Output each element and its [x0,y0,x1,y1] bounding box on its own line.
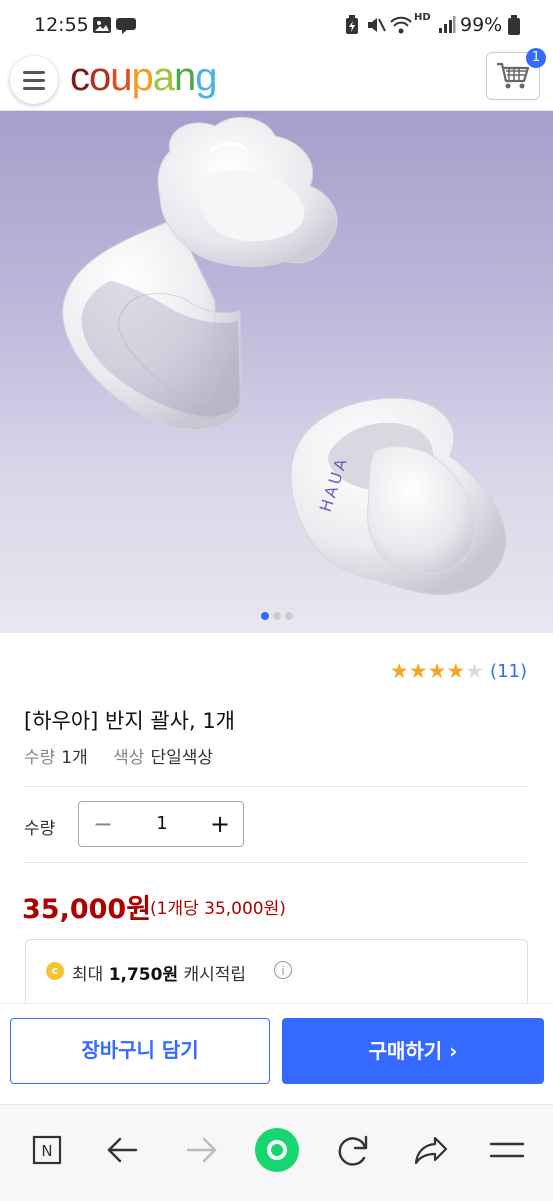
hamburger-icon-line [23,79,45,82]
quantity-label: 수량 [24,819,56,839]
option-key: 색상 [113,748,145,768]
product-title: [하우아] 반지 괄사, 1개 [24,709,236,733]
cashback-prefix: 최대 [72,965,104,985]
share-button[interactable] [406,1125,456,1175]
app-header: coupang 1 [0,48,553,111]
quantity-value[interactable]: 1 [127,802,197,846]
status-time: 12:55 [34,14,89,36]
refresh-icon [338,1135,368,1166]
share-icon [414,1136,448,1165]
info-icon[interactable]: i [274,961,292,979]
star-filled-icon: ★ [427,659,447,683]
menu-icon [489,1142,525,1158]
more-menu-button[interactable] [482,1125,532,1175]
battery-icon [508,15,520,39]
naver-n-icon: N [32,1135,62,1165]
chat-notification-icon [116,15,138,39]
gallery-notification-icon [92,15,112,39]
logo-letter: u [110,55,132,99]
wifi-icon [390,15,412,39]
logo-letter: o [89,55,111,99]
back-arrow-icon [107,1137,138,1163]
ring-product-illustration: HAUA [62,116,507,595]
cashback-suffix: 캐시적립 [183,965,247,985]
menu-button[interactable] [10,56,58,104]
option-value: 단일색상 [150,748,213,768]
purchase-bar: 장바구니 담기 구매하기 › [0,1003,553,1104]
option-value: 1개 [61,748,88,768]
option-key: 수량 [24,748,56,768]
hamburger-icon-line [23,87,45,90]
gallery-dot-active[interactable] [260,612,269,620]
star-filled-icon: ★ [408,659,428,683]
signal-icon [438,15,456,39]
logo-letter: n [174,55,196,99]
green-dot-button[interactable] [252,1125,302,1175]
product-image[interactable]: HAUA [0,111,553,633]
logo-letter: a [152,55,175,99]
svg-text:N: N [41,1142,52,1160]
add-to-cart-button[interactable]: 장바구니 담기 [10,1018,270,1084]
green-dot-icon [255,1128,299,1172]
coupang-logo[interactable]: coupang [70,55,218,100]
quantity-increase-button[interactable]: + [197,802,243,846]
cart-count-badge: 1 [526,48,546,68]
review-count[interactable]: (11) [490,661,527,682]
logo-letter: c [70,55,90,99]
battery-saver-icon [344,15,360,39]
quantity-decrease-button[interactable]: − [79,802,127,846]
gallery-dot[interactable] [284,612,293,620]
star-empty-icon: ★ [465,659,485,683]
gallery-dot[interactable] [272,612,281,620]
back-button[interactable] [98,1125,148,1175]
star-filled-icon: ★ [389,659,409,683]
mute-icon [366,15,386,39]
unit-price: (1개당 35,000원) [150,899,286,919]
status-bar: 12:55 HD 99% [0,0,553,52]
browser-navbar: N [0,1104,553,1201]
naver-home-button[interactable]: N [22,1125,72,1175]
divider [24,862,529,863]
cashback-info: c 최대 1,750원 캐시적립 i [25,939,528,1003]
cart-icon [497,62,530,89]
battery-percent: 99% [460,14,503,36]
quantity-stepper: − 1 + [78,801,244,847]
cashback-amount: 1,750원 [108,965,179,985]
hamburger-icon-line [23,71,45,74]
refresh-button[interactable] [328,1125,378,1175]
forward-button[interactable] [176,1125,226,1175]
forward-arrow-icon [186,1137,217,1163]
gallery-pagination [0,605,553,620]
selected-options: 수량 1개 색상 단일색상 [24,743,233,768]
hd-voice-badge: HD [414,12,431,23]
logo-letter: p [131,55,154,99]
logo-letter: g [195,55,217,99]
coin-icon: c [46,962,64,980]
cashback-text: 최대 1,750원 캐시적립 [72,960,246,985]
product-rating[interactable]: ★★★★★ (11) [390,658,527,684]
total-price: 35,000원 [22,894,152,925]
star-filled-icon: ★ [446,659,466,683]
buy-now-button[interactable]: 구매하기 › [282,1018,544,1084]
divider [24,786,529,787]
